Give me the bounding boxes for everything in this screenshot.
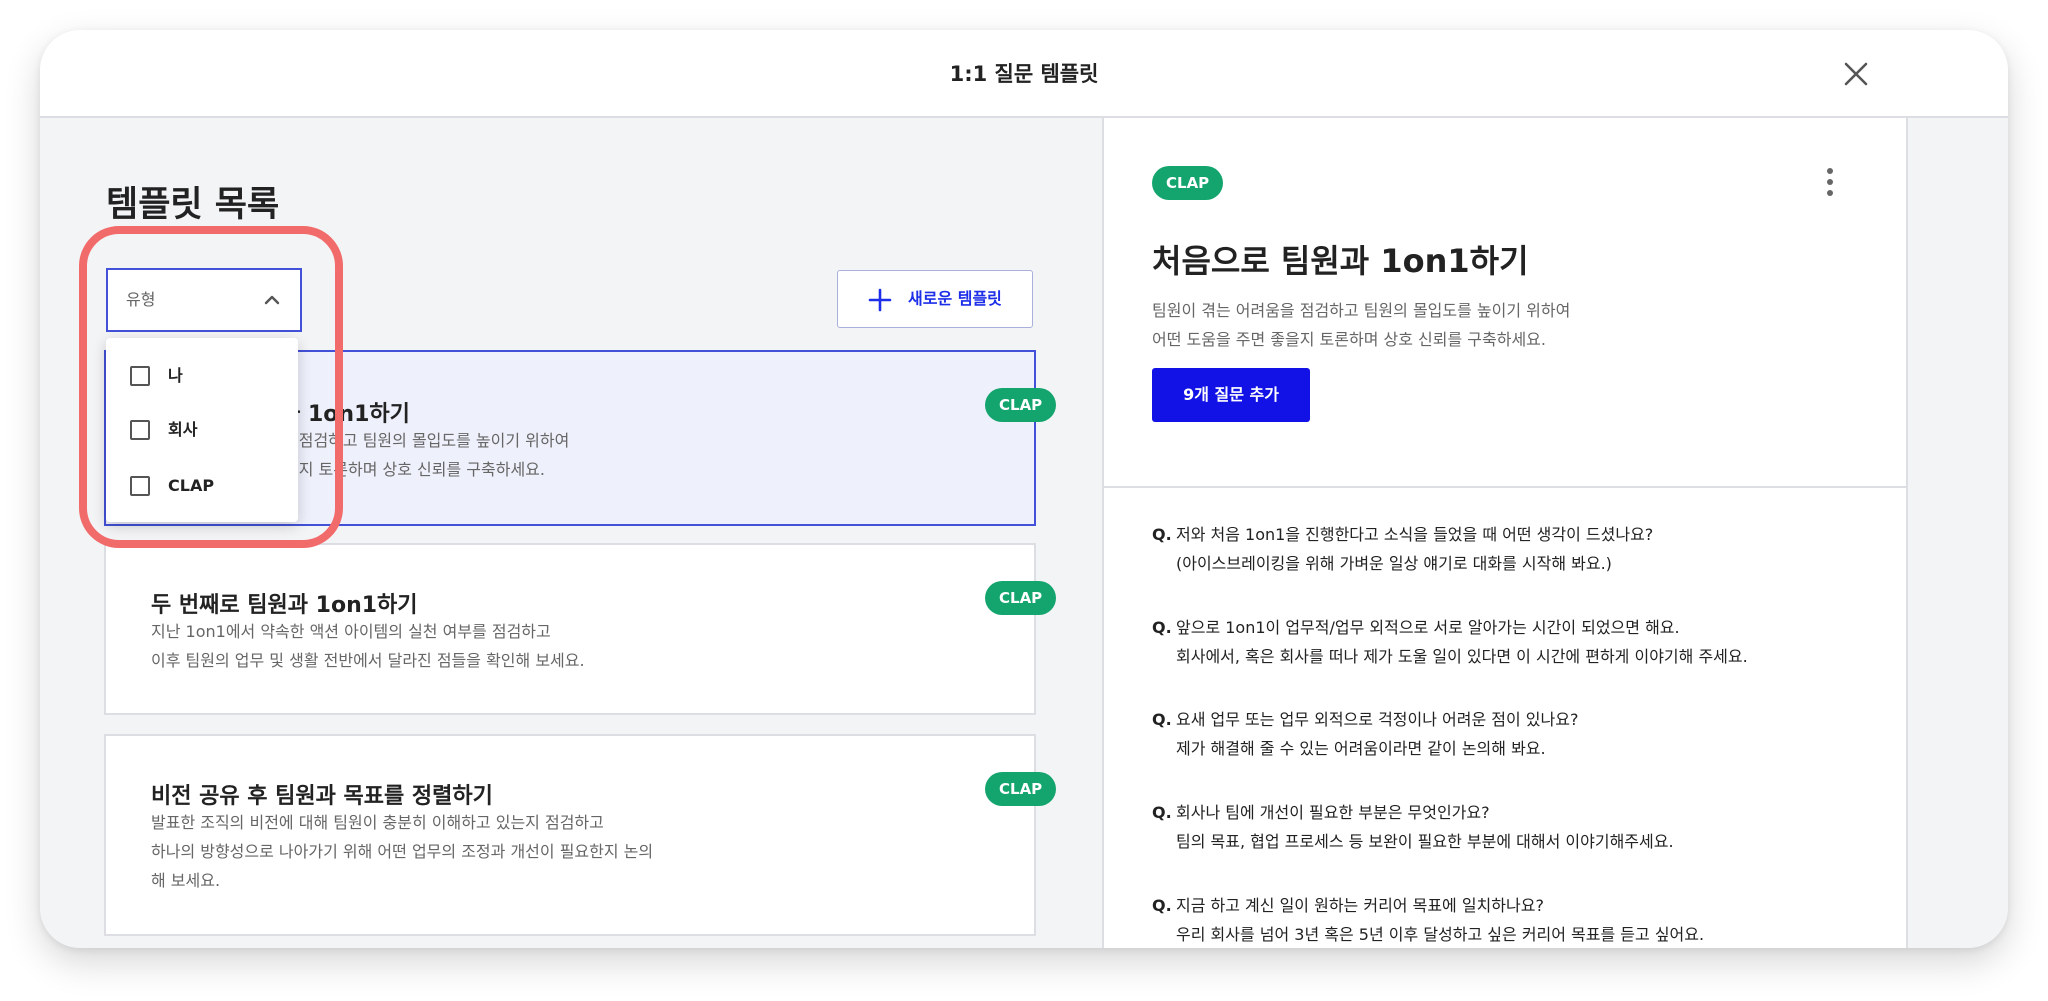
template-detail-panel: CLAP 처음으로 팀원과 1on1하기 팀원이 겪는 어려움을 점검하고 팀원…	[1102, 118, 1908, 948]
close-button[interactable]	[1832, 50, 1880, 98]
modal-title: 1:1 질문 템플릿	[949, 62, 1099, 86]
type-filter-select[interactable]: 유형	[106, 268, 302, 332]
type-option-checkbox[interactable]	[130, 476, 150, 496]
question-line: 요새 업무 또는 업무 외적으로 걱정이나 어려운 점이 있나요?	[1176, 710, 1579, 729]
template-card-desc-line: 지난 1on1에서 약속한 액션 아이템의 실천 여부를 점검하고	[151, 622, 551, 641]
template-card-third[interactable]: 비전 공유 후 팀원과 목표를 정렬하기 발표한 조직의 비전에 대해 팀원이 …	[104, 734, 1057, 936]
type-filter-label: 유형	[126, 290, 156, 309]
template-card-desc-line: 해 보세요.	[151, 871, 221, 890]
question-text: 요새 업무 또는 업무 외적으로 걱정이나 어려운 점이 있나요? 제가 해결해…	[1176, 705, 1876, 763]
detail-divider	[1104, 486, 1906, 488]
template-card-desc-line: 발표한 조직의 비전에 대해 팀원이 충분히 이해하고 있는지 점검하고	[151, 813, 604, 832]
type-option-label: 나	[168, 366, 183, 385]
template-list-title: 템플릿 목록	[106, 185, 280, 225]
question-text: 저와 처음 1on1을 진행한다고 소식을 들었을 때 어떤 생각이 드셨나요?…	[1176, 520, 1876, 578]
chevron-up-icon	[264, 295, 280, 305]
clap-badge: CLAP	[985, 772, 1057, 806]
question-line: 지금 하고 계신 일이 원하는 커리어 목표에 일치하나요?	[1176, 896, 1544, 915]
detail-description: 팀원이 겪는 어려움을 점검하고 팀원의 몰입도를 높이기 위하여 어떤 도움을…	[1152, 296, 1772, 354]
type-option-checkbox[interactable]	[130, 366, 150, 386]
template-card-desc: 발표한 조직의 비전에 대해 팀원이 충분히 이해하고 있는지 점검하고 하나의…	[151, 808, 711, 895]
type-option-label: CLAP	[168, 476, 215, 495]
type-option-me[interactable]: 나	[106, 352, 298, 400]
add-questions-button[interactable]: 9개 질문 추가	[1152, 368, 1310, 422]
type-option-clap[interactable]: CLAP	[106, 462, 298, 510]
template-card-title: 비전 공유 후 팀원과 목표를 정렬하기	[151, 784, 493, 809]
question-prefix: Q.	[1152, 525, 1172, 544]
template-modal: 1:1 질문 템플릿 템플릿 목록 유형 새로운 템플릿 처음으로 팀원과 1o…	[40, 30, 2008, 948]
more-options-button[interactable]	[1812, 162, 1848, 202]
detail-desc-line: 팀원이 겪는 어려움을 점검하고 팀원의 몰입도를 높이기 위하여	[1152, 301, 1571, 320]
question-prefix: Q.	[1152, 896, 1172, 915]
question-line: 팀의 목표, 협업 프로세스 등 보완이 필요한 부분에 대해서 이야기해주세요…	[1176, 832, 1674, 851]
question-line: (아이스브레이킹을 위해 가벼운 일상 얘기로 대화를 시작해 봐요.)	[1176, 554, 1612, 573]
template-card-second[interactable]: 두 번째로 팀원과 1on1하기 지난 1on1에서 약속한 액션 아이템의 실…	[104, 543, 1057, 715]
question-line: 앞으로 1on1이 업무적/업무 외적으로 서로 알아가는 시간이 되었으면 해…	[1176, 618, 1680, 637]
modal-header: 1:1 질문 템플릿	[40, 30, 2008, 118]
question-prefix: Q.	[1152, 803, 1172, 822]
template-card-title: 두 번째로 팀원과 1on1하기	[151, 593, 418, 618]
template-card-desc: 지난 1on1에서 약속한 액션 아이템의 실천 여부를 점검하고 이후 팀원의…	[151, 617, 711, 675]
type-option-label: 회사	[168, 420, 198, 439]
question-line: 제가 해결해 줄 수 있는 어려움이라면 같이 논의해 봐요.	[1176, 739, 1546, 758]
clap-badge: CLAP	[985, 388, 1057, 422]
type-option-company[interactable]: 회사	[106, 406, 298, 454]
template-card-desc-line: 이후 팀원의 업무 및 생활 전반에서 달라진 점들을 확인해 보세요.	[151, 651, 585, 670]
question-line: 우리 회사를 넘어 3년 혹은 5년 이후 달성하고 싶은 커리어 목표를 듣고…	[1176, 925, 1705, 944]
plus-icon	[868, 288, 892, 312]
clap-badge: CLAP	[985, 581, 1057, 615]
type-filter-dropdown: 나 회사 CLAP	[106, 338, 298, 522]
clap-badge: CLAP	[1152, 166, 1224, 200]
question-prefix: Q.	[1152, 710, 1172, 729]
question-prefix: Q.	[1152, 618, 1172, 637]
detail-title: 처음으로 팀원과 1on1하기	[1152, 242, 1529, 280]
new-template-label: 새로운 템플릿	[908, 289, 1002, 308]
question-line: 회사에서, 혹은 회사를 떠나 제가 도울 일이 있다면 이 시간에 편하게 이…	[1176, 647, 1748, 666]
question-text: 회사나 팀에 개선이 필요한 부분은 무엇인가요? 팀의 목표, 협업 프로세스…	[1176, 798, 1876, 856]
template-card-desc-line: 하나의 방향성으로 나아가기 위해 어떤 업무의 조정과 개선이 필요한지 논의	[151, 842, 654, 861]
detail-desc-line: 어떤 도움을 주면 좋을지 토론하며 상호 신뢰를 구축하세요.	[1152, 330, 1546, 349]
question-line: 저와 처음 1on1을 진행한다고 소식을 들었을 때 어떤 생각이 드셨나요?	[1176, 525, 1654, 544]
more-vertical-icon	[1827, 168, 1833, 196]
question-text: 앞으로 1on1이 업무적/업무 외적으로 서로 알아가는 시간이 되었으면 해…	[1176, 613, 1876, 671]
new-template-button[interactable]: 새로운 템플릿	[837, 270, 1033, 328]
type-option-checkbox[interactable]	[130, 420, 150, 440]
question-text: 지금 하고 계신 일이 원하는 커리어 목표에 일치하나요? 우리 회사를 넘어…	[1176, 891, 1876, 948]
question-line: 회사나 팀에 개선이 필요한 부분은 무엇인가요?	[1176, 803, 1490, 822]
close-icon	[1844, 62, 1868, 86]
